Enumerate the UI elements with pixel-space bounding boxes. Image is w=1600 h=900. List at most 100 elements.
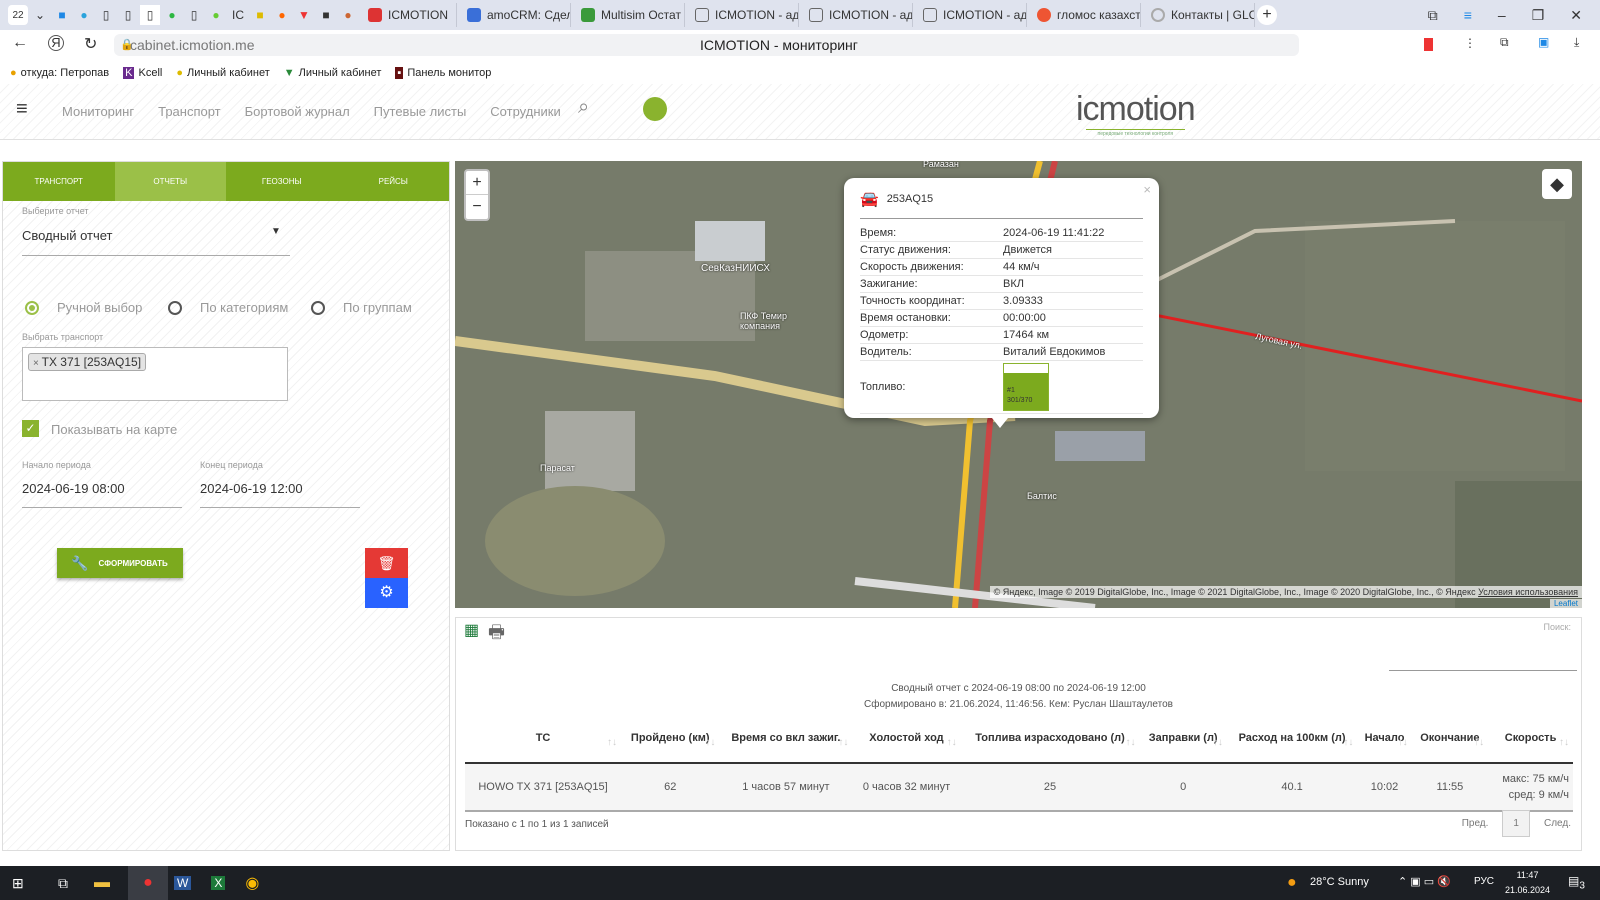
browser-tab[interactable]: ICMOTION - ад	[915, 3, 1027, 27]
tab-trips[interactable]: Рейсы	[338, 162, 450, 201]
browser-tab[interactable]: Multisim Остат	[573, 3, 685, 27]
column-header[interactable]: Пройдено (км) ↑↓	[621, 713, 720, 764]
app-icon[interactable]: ●	[338, 5, 358, 25]
tab-reports[interactable]: Отчеты	[114, 162, 226, 201]
browser-tab[interactable]: ICMOTION	[360, 3, 457, 27]
radio-groups[interactable]: По группам	[311, 300, 412, 315]
more-icon[interactable]: ⋮	[1464, 36, 1476, 50]
hd-icon[interactable]: ■	[316, 5, 336, 25]
zoom-out-button[interactable]: −	[466, 195, 488, 218]
language-indicator[interactable]: РУС	[1474, 876, 1494, 887]
minimize-button[interactable]: –	[1498, 7, 1506, 23]
page-icon[interactable]: ▯	[118, 5, 138, 25]
word-icon[interactable]: W	[174, 876, 192, 890]
pinned-tab-icon[interactable]: ■	[52, 5, 72, 25]
column-header[interactable]: Топлива израсходовано (л) ↑↓	[960, 713, 1140, 764]
bookmark[interactable]: ▼ Личный кабинет	[284, 67, 382, 79]
chrome-icon[interactable]: ◉	[245, 873, 259, 893]
close-button[interactable]: ✕	[1570, 7, 1582, 24]
end-date-input[interactable]: 2024-06-19 12:00	[200, 481, 303, 496]
close-icon[interactable]: ×	[1143, 182, 1151, 197]
telegram-icon[interactable]: ●	[74, 5, 94, 25]
page-icon[interactable]: ▯	[96, 5, 116, 25]
device-search-icon[interactable]: ⌕	[578, 96, 589, 119]
beeline-icon[interactable]: ■	[250, 5, 270, 25]
column-header[interactable]: Заправки (л) ↑↓	[1139, 713, 1227, 764]
restore-button[interactable]: ❐	[1532, 7, 1545, 24]
caret-down-icon[interactable]: ▼	[271, 226, 281, 237]
chevron-down-icon[interactable]: ⌄	[30, 5, 50, 25]
leaflet-link[interactable]: Leaflet	[1549, 599, 1582, 608]
delete-button[interactable]: 🗑	[365, 548, 408, 578]
start-date-input[interactable]: 2024-06-19 08:00	[22, 481, 125, 496]
print-icon[interactable]: 🖶	[488, 620, 505, 650]
1c-icon[interactable]: IC	[228, 5, 248, 25]
excel-export-icon[interactable]: ▦	[464, 620, 479, 640]
map[interactable]: СевКазНИИСХ ПКФ Темир компания Парасат Б…	[455, 161, 1582, 608]
nav-monitoring[interactable]: Мониторинг	[62, 104, 134, 119]
column-header[interactable]: Начало ↑↓	[1357, 713, 1412, 764]
nav-logbook[interactable]: Бортовой журнал	[245, 104, 350, 119]
nav-employees[interactable]: Сотрудники	[490, 104, 560, 119]
back-icon[interactable]: ←	[12, 34, 28, 52]
sort-icon[interactable]: ↑↓	[838, 737, 848, 748]
column-header[interactable]: Время со вкл зажиг. ↑↓	[719, 713, 853, 764]
show-on-map-checkbox[interactable]: ✓	[22, 420, 39, 437]
tab-geozones[interactable]: Геозоны	[226, 162, 338, 201]
file-explorer-icon[interactable]: ▬	[94, 874, 110, 892]
transport-multiselect[interactable]: × TX 371 [253AQ15]	[22, 347, 288, 401]
url-text[interactable]: cabinet.icmotion.me	[130, 37, 255, 53]
next-page[interactable]: След.	[1544, 818, 1571, 829]
clock[interactable]: 11:47 21.06.2024	[1505, 868, 1550, 898]
column-header[interactable]: ТС ↑↓	[465, 713, 622, 764]
browser-tab[interactable]: Контакты | GLC	[1143, 3, 1255, 27]
task-view-icon[interactable]: ⧉	[58, 875, 68, 892]
notifications-icon[interactable]: ▤3	[1568, 874, 1585, 891]
sort-icon[interactable]: ↑↓	[1398, 737, 1408, 748]
bookmark[interactable]: K Kcell	[123, 67, 162, 79]
power-icon[interactable]: ●	[272, 5, 292, 25]
terms-link[interactable]: Условия использования	[1478, 587, 1578, 597]
sort-icon[interactable]: ↑↓	[705, 737, 715, 748]
whatsapp-icon[interactable]: ●	[162, 5, 182, 25]
search-input[interactable]	[1389, 670, 1577, 671]
yandex-icon[interactable]: Я	[48, 35, 64, 51]
download-icon[interactable]: ⤓	[1574, 35, 1579, 50]
nav-waybills[interactable]: Путевые листы	[374, 104, 467, 119]
reload-icon[interactable]: ↻	[84, 34, 97, 54]
remove-icon[interactable]: ×	[33, 358, 42, 369]
page-1[interactable]: 1	[1502, 810, 1530, 837]
bookmark[interactable]: ● Личный кабинет	[176, 67, 269, 79]
bookmark[interactable]: ● откуда: Петропав	[10, 67, 109, 79]
sort-icon[interactable]: ↑↓	[947, 737, 957, 748]
settings-button[interactable]: ⚙	[365, 578, 408, 608]
column-header[interactable]: Скорость ↑↓	[1488, 713, 1573, 764]
tab-transport[interactable]: Транспорт	[3, 162, 115, 201]
generate-button[interactable]: 🔧 Сформировать	[57, 548, 183, 578]
bookmark[interactable]: ▪ Панель монитор	[395, 67, 491, 79]
column-header[interactable]: Окончание ↑↓	[1411, 713, 1489, 764]
sort-icon[interactable]: ↑↓	[1474, 737, 1484, 748]
nav-transport[interactable]: Транспорт	[158, 104, 221, 119]
layers-icon[interactable]: ◆	[1542, 169, 1572, 199]
browser-tab[interactable]: ICMOTION - ад	[801, 3, 913, 27]
sort-icon[interactable]: ↑↓	[1343, 737, 1353, 748]
radio-categories[interactable]: По категориям	[168, 300, 288, 315]
selected-vehicle-tag[interactable]: × TX 371 [253AQ15]	[28, 353, 147, 371]
menu-icon[interactable]: ≡	[1464, 7, 1472, 23]
prev-page[interactable]: Пред.	[1462, 818, 1489, 829]
browser-tab[interactable]: гломос казахст	[1029, 3, 1141, 27]
zoom-in-button[interactable]: +	[466, 171, 488, 195]
mail-icon[interactable]: ▼	[294, 5, 314, 25]
green-icon[interactable]: ●	[206, 5, 226, 25]
excel-icon[interactable]: X	[211, 876, 226, 890]
tray-icons[interactable]: ⌃ ▣ ▭ 🔇	[1398, 875, 1451, 888]
weather-text[interactable]: 28°C Sunny	[1310, 876, 1369, 888]
tab-count[interactable]: 22	[8, 5, 28, 25]
browser-tab[interactable]: amoCRM: Сдел	[459, 3, 571, 27]
page-icon[interactable]: ▯	[140, 5, 160, 25]
collections-icon[interactable]: ⧉	[1428, 7, 1438, 24]
hamburger-icon[interactable]: ≡	[16, 98, 28, 121]
column-header[interactable]: Расход на 100км (л) ↑↓	[1226, 713, 1358, 764]
report-select[interactable]: Сводный отчет	[22, 228, 113, 243]
